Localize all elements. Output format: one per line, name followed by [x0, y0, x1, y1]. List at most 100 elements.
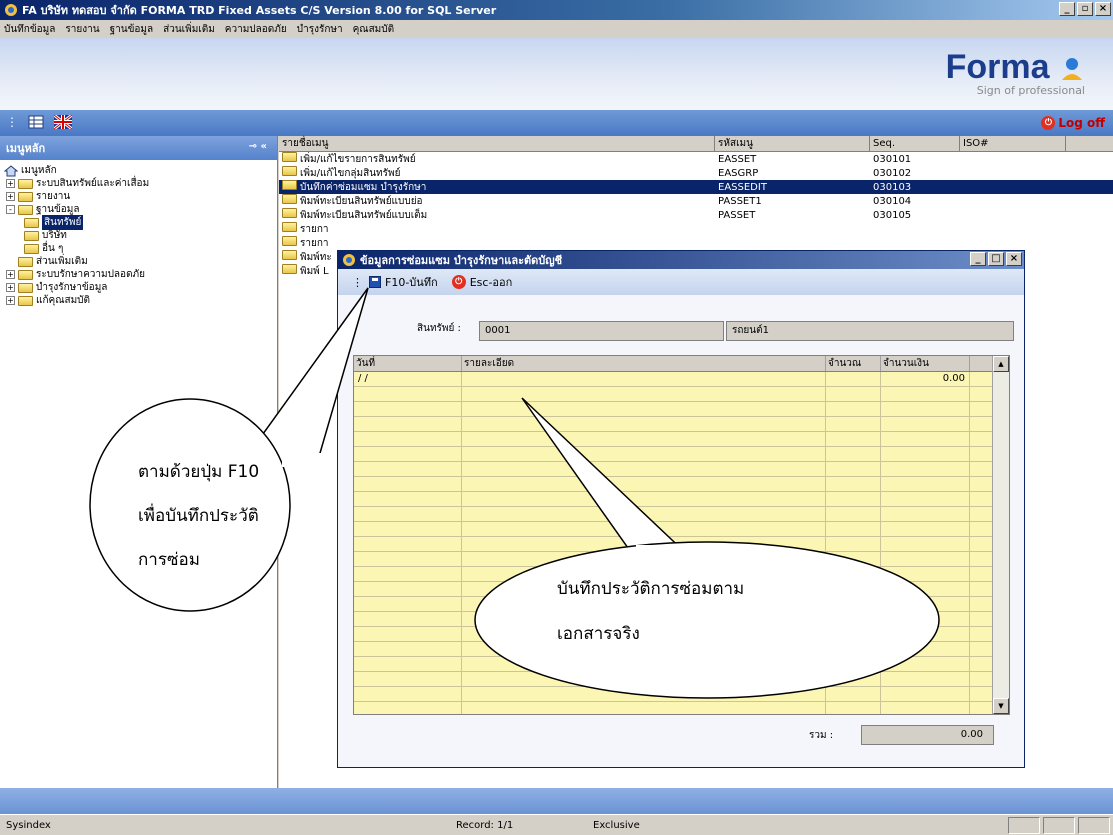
close-button[interactable]: × [1095, 2, 1111, 16]
grid-cell[interactable] [462, 402, 826, 416]
table-row[interactable] [354, 612, 1009, 627]
grid-cell[interactable] [462, 642, 826, 656]
grid-cell[interactable] [881, 462, 970, 476]
flag-uk-icon[interactable] [54, 115, 72, 129]
grid-cell[interactable] [881, 657, 970, 671]
grid-cell[interactable] [462, 657, 826, 671]
grid-cell[interactable] [354, 672, 462, 686]
grid-cell[interactable] [881, 687, 970, 701]
restore-button[interactable]: ▫ [1077, 2, 1093, 16]
grid-cell[interactable] [354, 477, 462, 491]
grid-cell[interactable] [881, 387, 970, 401]
table-row[interactable] [354, 687, 1009, 702]
grid-cell[interactable] [354, 687, 462, 701]
grid-cell[interactable] [354, 582, 462, 596]
collapse-icon[interactable]: - [6, 205, 15, 214]
grid-cell[interactable] [462, 492, 826, 506]
menu-item-properties[interactable]: คุณสมบัติ [353, 22, 395, 37]
grid-cell[interactable] [881, 567, 970, 581]
grid-cell[interactable] [462, 552, 826, 566]
quantity-cell[interactable] [826, 372, 881, 386]
grid-cell[interactable] [826, 582, 881, 596]
grid-cell[interactable] [462, 702, 826, 714]
grid-cell[interactable] [826, 462, 881, 476]
grid-cell[interactable] [826, 477, 881, 491]
table-row[interactable] [354, 522, 1009, 537]
menu-item-security[interactable]: ความปลอดภัย [225, 22, 287, 37]
table-row[interactable] [354, 642, 1009, 657]
grid-cell[interactable] [881, 597, 970, 611]
grid-cell[interactable] [354, 462, 462, 476]
grid-cell[interactable] [462, 387, 826, 401]
dialog-minimize-button[interactable]: _ [970, 252, 986, 266]
grid-cell[interactable] [826, 432, 881, 446]
grid-cell[interactable] [826, 642, 881, 656]
grid-cell[interactable] [881, 522, 970, 536]
dialog-maximize-button[interactable]: □ [988, 252, 1004, 266]
col-seq[interactable]: Seq. [870, 136, 960, 151]
table-row[interactable] [354, 447, 1009, 462]
grid-cell[interactable] [826, 657, 881, 671]
grid-cell[interactable] [881, 642, 970, 656]
grid-cell[interactable] [881, 582, 970, 596]
pin-collapse-icon[interactable]: ⊸ « [249, 141, 267, 152]
menu-item-report[interactable]: รายงาน [65, 22, 99, 37]
date-cell[interactable]: / / [354, 372, 462, 386]
grid-cell[interactable] [826, 492, 881, 506]
table-row[interactable] [354, 552, 1009, 567]
list-item[interactable]: เพิ่ม/แก้ไขกลุ่มสินทรัพย์ EASGRP 030102 [279, 165, 1113, 180]
list-item[interactable]: พิมพ์ทะเบียนสินทรัพย์แบบย่อ PASSET1 030104 [279, 193, 1113, 208]
table-row[interactable] [354, 462, 1009, 477]
grid-cell[interactable] [462, 672, 826, 686]
grid-cell[interactable] [354, 522, 462, 536]
grid-cell[interactable] [826, 507, 881, 521]
grid-cell[interactable] [826, 417, 881, 431]
grid-cell[interactable] [462, 687, 826, 701]
dialog-close-button[interactable]: × [1006, 252, 1022, 266]
asset-code-field[interactable]: 0001 [479, 321, 724, 341]
grid-cell[interactable] [826, 537, 881, 551]
scroll-down-icon[interactable]: ▼ [993, 698, 1009, 714]
grid-cell[interactable] [354, 642, 462, 656]
grid-cell[interactable] [826, 402, 881, 416]
grid-cell[interactable] [462, 612, 826, 626]
col-amount[interactable]: จำนวนเงิน [881, 356, 970, 371]
list-item[interactable]: เพิ่ม/แก้ไขรายการสินทรัพย์ EASSET 030101 [279, 151, 1113, 166]
grid-cell[interactable] [826, 387, 881, 401]
grid-cell[interactable] [354, 417, 462, 431]
grid-cell[interactable] [881, 612, 970, 626]
grid-cell[interactable] [354, 612, 462, 626]
grid-cell[interactable] [881, 552, 970, 566]
col-iso[interactable]: ISO# [960, 136, 1066, 151]
expand-icon[interactable]: + [6, 283, 15, 292]
grid-cell[interactable] [354, 492, 462, 506]
grid-cell[interactable] [462, 627, 826, 641]
grid-cell[interactable] [826, 627, 881, 641]
list-item[interactable]: บันทึกค่าซ่อมแซม บำรุงรักษา EASSEDIT 03010… [279, 179, 1113, 194]
expand-icon[interactable]: + [6, 270, 15, 279]
col-menu-code[interactable]: รหัสเมนู [715, 136, 870, 151]
grid-cell[interactable] [354, 447, 462, 461]
grid-cell[interactable] [462, 447, 826, 461]
grid-cell[interactable] [462, 537, 826, 551]
grid-cell[interactable] [462, 417, 826, 431]
grid-cell[interactable] [354, 387, 462, 401]
col-quantity[interactable]: จำนวณ [826, 356, 881, 371]
list-item[interactable]: พิมพ์ทะเบียนสินทรัพย์แบบเต็ม PASSET 030105 [279, 207, 1113, 222]
grid-cell[interactable] [881, 477, 970, 491]
grid-cell[interactable] [881, 537, 970, 551]
grid-cell[interactable] [354, 537, 462, 551]
asset-name-field[interactable]: รถยนต์1 [726, 321, 1014, 341]
table-row[interactable] [354, 702, 1009, 714]
grid-cell[interactable] [826, 447, 881, 461]
exit-button[interactable]: ⏻ Esc-ออก [451, 273, 512, 291]
grid-cell[interactable] [354, 432, 462, 446]
grid-cell[interactable] [354, 657, 462, 671]
grid-cell[interactable] [881, 417, 970, 431]
menu-item-record[interactable]: บันทึกข้อมูล [4, 22, 55, 37]
grid-cell[interactable] [354, 507, 462, 521]
grid-cell[interactable] [826, 567, 881, 581]
grid-cell[interactable] [881, 702, 970, 714]
grid-cell[interactable] [881, 447, 970, 461]
grid-cell[interactable] [462, 432, 826, 446]
